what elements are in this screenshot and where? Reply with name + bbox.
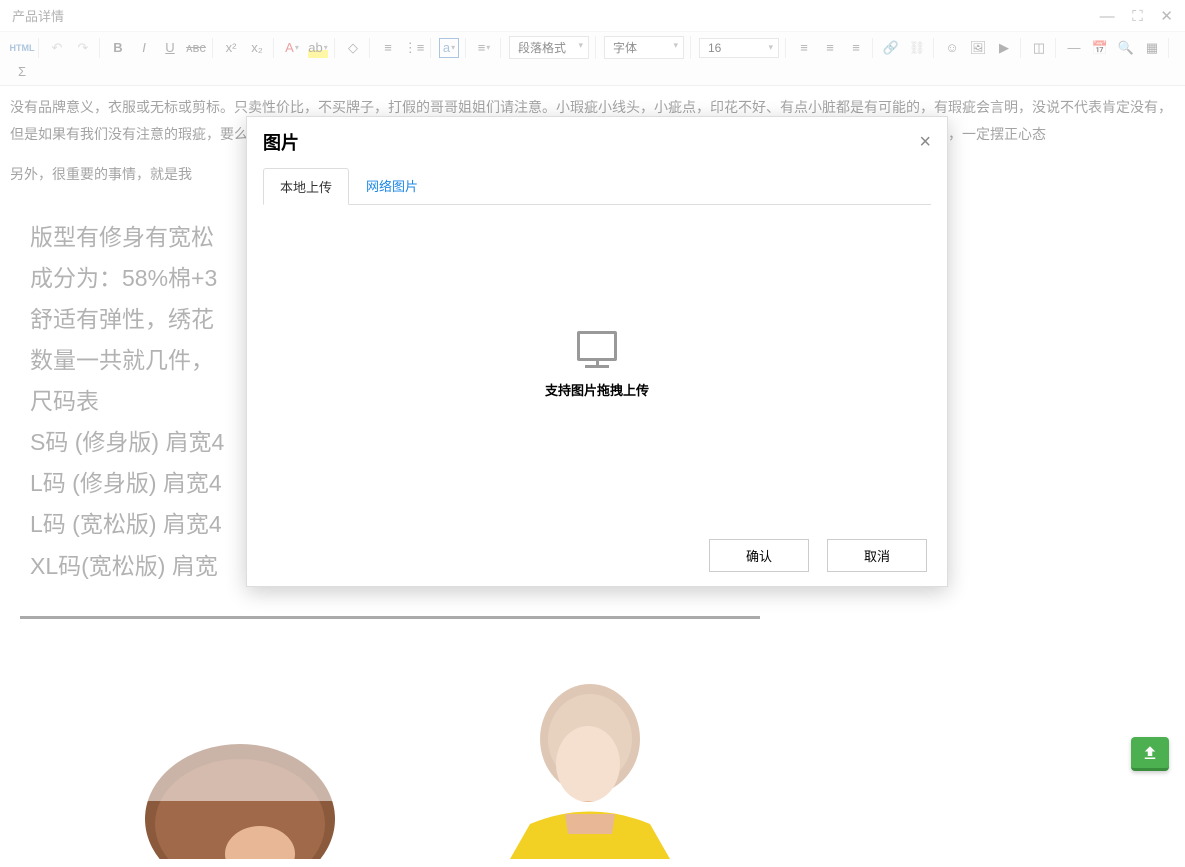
confirm-button[interactable]: 确认: [709, 539, 809, 572]
upload-icon: [1141, 744, 1159, 762]
tab-local-upload[interactable]: 本地上传: [263, 168, 349, 205]
image-upload-modal: 图片 × 本地上传 网络图片 支持图片拖拽上传 确认 取消: [246, 116, 948, 587]
close-icon[interactable]: ×: [919, 131, 931, 154]
monitor-icon: [577, 331, 617, 361]
tab-network-image[interactable]: 网络图片: [349, 167, 435, 204]
drop-text: 支持图片拖拽上传: [545, 380, 649, 399]
drop-zone[interactable]: 支持图片拖拽上传: [247, 205, 947, 525]
cancel-button[interactable]: 取消: [827, 539, 927, 572]
modal-title: 图片: [263, 129, 299, 155]
upload-fab[interactable]: [1131, 737, 1169, 771]
